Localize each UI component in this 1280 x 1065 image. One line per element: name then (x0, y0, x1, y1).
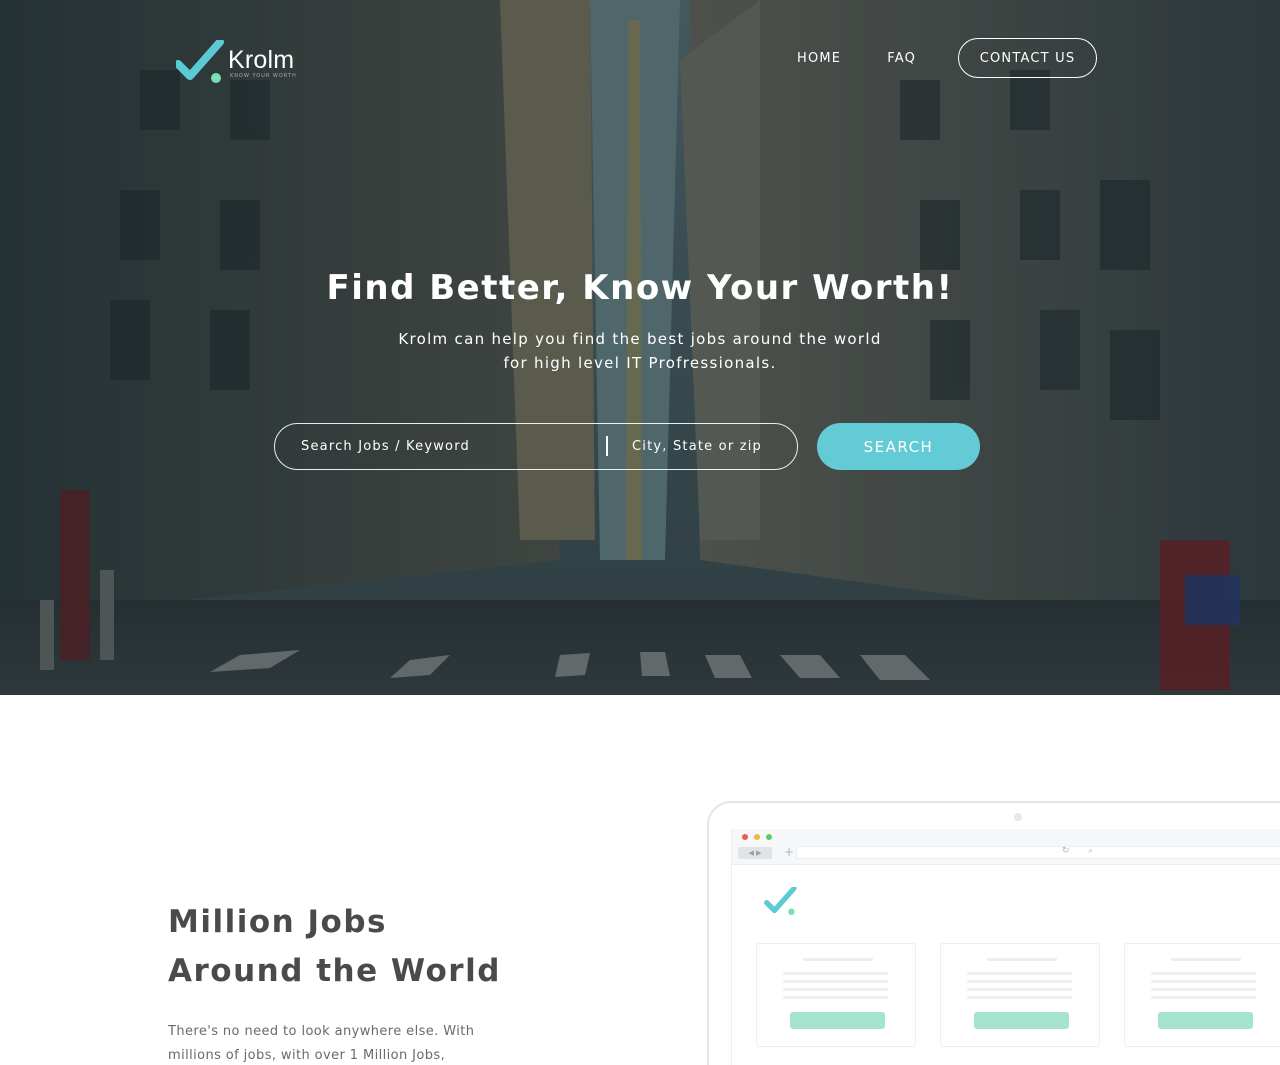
mockup-card-button (974, 1012, 1069, 1029)
search-form (274, 423, 798, 470)
brand-name: Krolm (228, 46, 295, 74)
brand-logo[interactable]: Krolm KNOW YOUR WORTH (176, 40, 306, 86)
mockup-card-line (967, 972, 1072, 975)
mockup-card (1124, 943, 1280, 1047)
contact-us-button[interactable]: CONTACT US (958, 38, 1097, 78)
browser-url-bar (796, 846, 1280, 859)
hero-subtitle-line2: for high level IT Profressionals. (503, 354, 777, 372)
mockup-card-line (1151, 988, 1256, 991)
nav-faq-link[interactable]: FAQ (887, 51, 916, 66)
hero-title: Find Better, Know Your Worth! (326, 268, 954, 308)
search-divider (606, 436, 608, 456)
window-close-dot (742, 834, 748, 840)
mockup-card-line (783, 988, 888, 991)
brand-tagline: KNOW YOUR WORTH (230, 73, 297, 79)
reload-icon: ↻ (1062, 846, 1070, 856)
mockup-card (756, 943, 916, 1047)
mockup-card-button (790, 1012, 885, 1029)
mockup-card-line (967, 996, 1072, 999)
search-button[interactable]: SEARCH (817, 423, 980, 470)
feature-title-line1: Million Jobs (168, 904, 387, 940)
feature-body-line1: There's no need to look anywhere else. W… (168, 1024, 475, 1039)
mockup-card-line (987, 958, 1057, 961)
feature-title-line2: Around the World (168, 953, 501, 989)
new-tab-icon: + (784, 845, 795, 859)
window-maximize-dot (766, 834, 772, 840)
mockup-card-line (1171, 958, 1241, 961)
mockup-card-line (967, 988, 1072, 991)
laptop-screen: ◀ ▶ + ↻ ⌕ (731, 829, 1280, 1065)
browser-nav-arrows-icon: ◀ ▶ (738, 847, 772, 859)
mini-checkmark-icon (764, 887, 797, 916)
mockup-card-line (1151, 972, 1256, 975)
mockup-card (940, 943, 1100, 1047)
nav-home-link[interactable]: HOME (797, 51, 841, 66)
search-icon: ⌕ (1088, 846, 1094, 856)
mockup-card-line (967, 980, 1072, 983)
main-nav: HOME FAQ CONTACT US (797, 38, 1097, 78)
keyword-search-input[interactable] (301, 424, 601, 468)
mockup-card-button (1158, 1012, 1253, 1029)
laptop-camera (1014, 813, 1022, 821)
hero-subtitle-line1: Krolm can help you find the best jobs ar… (398, 330, 882, 348)
window-minimize-dot (754, 834, 760, 840)
mockup-card-line (783, 980, 888, 983)
mockup-card-line (1151, 980, 1256, 983)
laptop-mockup: ◀ ▶ + ↻ ⌕ (707, 801, 1280, 1065)
location-search-input[interactable] (632, 424, 792, 468)
mockup-card-line (803, 958, 873, 961)
checkmark-icon (176, 40, 224, 83)
mockup-card-line (783, 996, 888, 999)
feature-body-line2: millions of jobs, with over 1 Million Jo… (168, 1048, 446, 1063)
hero-section: Krolm KNOW YOUR WORTH HOME FAQ CONTACT U… (0, 0, 1280, 695)
mockup-card-line (1151, 996, 1256, 999)
browser-toolbar: ◀ ▶ + ↻ ⌕ (732, 829, 1280, 865)
mockup-card-line (783, 972, 888, 975)
